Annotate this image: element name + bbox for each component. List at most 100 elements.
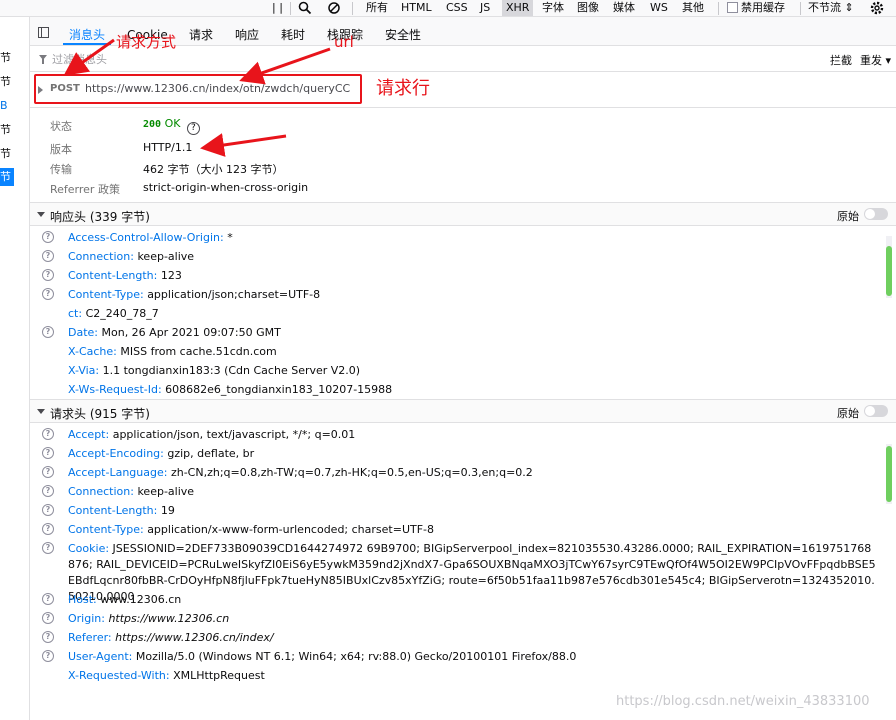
- request-list-item[interactable]: 节: [0, 73, 14, 91]
- help-icon[interactable]: ?: [42, 250, 54, 262]
- help-icon[interactable]: ?: [42, 466, 54, 478]
- watermark-text: https://blog.csdn.net/weixin_43833100: [616, 694, 870, 709]
- collapse-icon[interactable]: [37, 212, 45, 217]
- help-icon[interactable]: ?: [42, 504, 54, 516]
- header-pair: User-Agent: Mozilla/5.0 (Windows NT 6.1;…: [68, 649, 576, 665]
- header-name: Content-Length:: [68, 504, 158, 517]
- request-list-item[interactable]: 节: [0, 121, 14, 139]
- disable-cache-checkbox[interactable]: 禁用缓存: [727, 0, 785, 16]
- method-annotation: 请求方式: [116, 33, 177, 51]
- help-icon[interactable]: ?: [42, 650, 54, 662]
- header-value: application/x-www-form-urlencoded; chars…: [147, 523, 435, 536]
- filter-type-xhr[interactable]: XHR: [502, 0, 534, 16]
- response-headers-title: 响应头 (339 字节): [50, 210, 150, 224]
- status-help-icon[interactable]: ?: [186, 122, 200, 135]
- tab-request[interactable]: 请求: [189, 17, 213, 45]
- response-scrollbar-thumb[interactable]: [886, 246, 892, 296]
- pause-button[interactable]: | |: [272, 0, 283, 16]
- tab-security[interactable]: 安全性: [385, 17, 421, 45]
- filter-type-other[interactable]: 其他: [682, 0, 704, 16]
- tab-response[interactable]: 响应: [235, 17, 259, 45]
- raw-toggle-switch[interactable]: [864, 208, 888, 220]
- help-icon[interactable]: ?: [42, 542, 54, 554]
- help-icon[interactable]: ?: [42, 523, 54, 535]
- url-annotation: url: [334, 33, 354, 51]
- header-pair: Accept: application/json, text/javascrip…: [68, 427, 355, 443]
- toolbar-divider: [800, 2, 801, 15]
- header-value: MISS from cache.51cdn.com: [120, 345, 277, 358]
- request-list-item[interactable]: 节: [0, 49, 14, 67]
- help-icon[interactable]: ?: [42, 288, 54, 300]
- request-scrollbar-thumb[interactable]: [886, 446, 892, 502]
- filter-type-html[interactable]: HTML: [401, 0, 432, 16]
- settings-gear-icon[interactable]: [869, 0, 885, 16]
- response-headers-section-header[interactable]: 响应头 (339 字节) 原始: [30, 202, 896, 226]
- throttle-select[interactable]: 不节流 ⇕: [808, 0, 854, 16]
- header-value: www.12306.cn: [100, 593, 182, 606]
- header-pair: Connection: keep-alive: [68, 249, 194, 265]
- filter-type-all[interactable]: 所有: [366, 0, 388, 16]
- help-icon[interactable]: ?: [42, 269, 54, 281]
- search-icon[interactable]: [298, 0, 312, 16]
- header-value: 608682e6_tongdianxin183_10207-15988: [165, 383, 393, 396]
- request-line-highlight-box: [34, 74, 362, 104]
- header-pair: Date: Mon, 26 Apr 2021 09:07:50 GMT: [68, 325, 281, 341]
- collapse-icon[interactable]: [37, 409, 45, 414]
- block-button[interactable]: 拦截: [830, 52, 852, 68]
- header-name: Content-Length:: [68, 269, 158, 282]
- network-filter-toolbar: | | 所有 HTML CSS JS XHR 字体 图像 媒体 WS 其他 禁用…: [0, 0, 896, 17]
- header-name: Content-Type:: [68, 288, 144, 301]
- status-code: 200: [143, 119, 162, 130]
- filter-type-js[interactable]: JS: [480, 0, 490, 16]
- resend-button[interactable]: 重发 ▾: [860, 52, 891, 68]
- filter-type-ws[interactable]: WS: [650, 0, 668, 16]
- help-icon[interactable]: ?: [42, 326, 54, 338]
- header-pair: X-Via: 1.1 tongdianxin183:3 (Cdn Cache S…: [68, 363, 360, 379]
- help-icon[interactable]: ?: [42, 231, 54, 243]
- header-pair: Content-Length: 19: [68, 503, 175, 519]
- help-icon[interactable]: ?: [42, 631, 54, 643]
- help-icon[interactable]: ?: [42, 485, 54, 497]
- disable-cache-label: 禁用缓存: [741, 1, 785, 14]
- header-value: application/json, text/javascript, */*; …: [112, 428, 356, 441]
- help-icon[interactable]: ?: [42, 612, 54, 624]
- transfer-label: 传输: [50, 163, 72, 176]
- header-value: 19: [160, 504, 175, 517]
- filter-type-css[interactable]: CSS: [446, 0, 468, 16]
- header-pair: X-Requested-With: XMLHttpRequest: [68, 668, 265, 684]
- tab-headers[interactable]: 消息头: [62, 17, 112, 45]
- header-pair: Host: www.12306.cn: [68, 592, 181, 608]
- request-list-item[interactable]: 节: [0, 145, 14, 163]
- header-name: User-Agent:: [68, 650, 133, 663]
- request-headers-section-header[interactable]: 请求头 (915 字节) 原始: [30, 399, 896, 423]
- help-icon[interactable]: ?: [42, 593, 54, 605]
- header-value: C2_240_78_7: [85, 307, 159, 320]
- help-icon[interactable]: ?: [42, 447, 54, 459]
- toggle-panel-icon[interactable]: [38, 27, 49, 38]
- tab-timings[interactable]: 耗时: [281, 17, 305, 45]
- header-name: Cookie:: [68, 542, 110, 555]
- help-icon[interactable]: ?: [42, 428, 54, 440]
- header-value: keep-alive: [137, 485, 195, 498]
- header-pair: Origin: https://www.12306.cn: [68, 611, 229, 627]
- raw-toggle-label: 原始: [837, 407, 859, 420]
- checkbox-box[interactable]: [727, 2, 738, 13]
- filter-type-fonts[interactable]: 字体: [542, 0, 564, 16]
- block-icon[interactable]: [327, 0, 341, 16]
- header-value: JSESSIONID=2DEF733B09039CD1644274972 69B…: [68, 542, 876, 603]
- filter-type-images[interactable]: 图像: [577, 0, 599, 16]
- request-list-item-selected[interactable]: 节: [0, 168, 14, 186]
- request-list-item[interactable]: B: [0, 97, 14, 115]
- header-name: Connection:: [68, 485, 134, 498]
- status-label: 状态: [50, 120, 72, 133]
- referrer-policy-label: Referrer 政策: [50, 183, 120, 196]
- header-pair: ct: C2_240_78_7: [68, 306, 159, 322]
- request-line-annotation: 请求行: [376, 78, 430, 99]
- header-name: Referer:: [68, 631, 112, 644]
- raw-toggle-switch[interactable]: [864, 405, 888, 417]
- header-name: Origin:: [68, 612, 105, 625]
- header-row-cookie[interactable]: ? Cookie: JSESSIONID=2DEF733B09039CD1644…: [30, 541, 880, 603]
- referrer-policy-value: strict-origin-when-cross-origin: [143, 181, 309, 194]
- filter-headers-input[interactable]: [52, 50, 452, 68]
- filter-type-media[interactable]: 媒体: [613, 0, 635, 16]
